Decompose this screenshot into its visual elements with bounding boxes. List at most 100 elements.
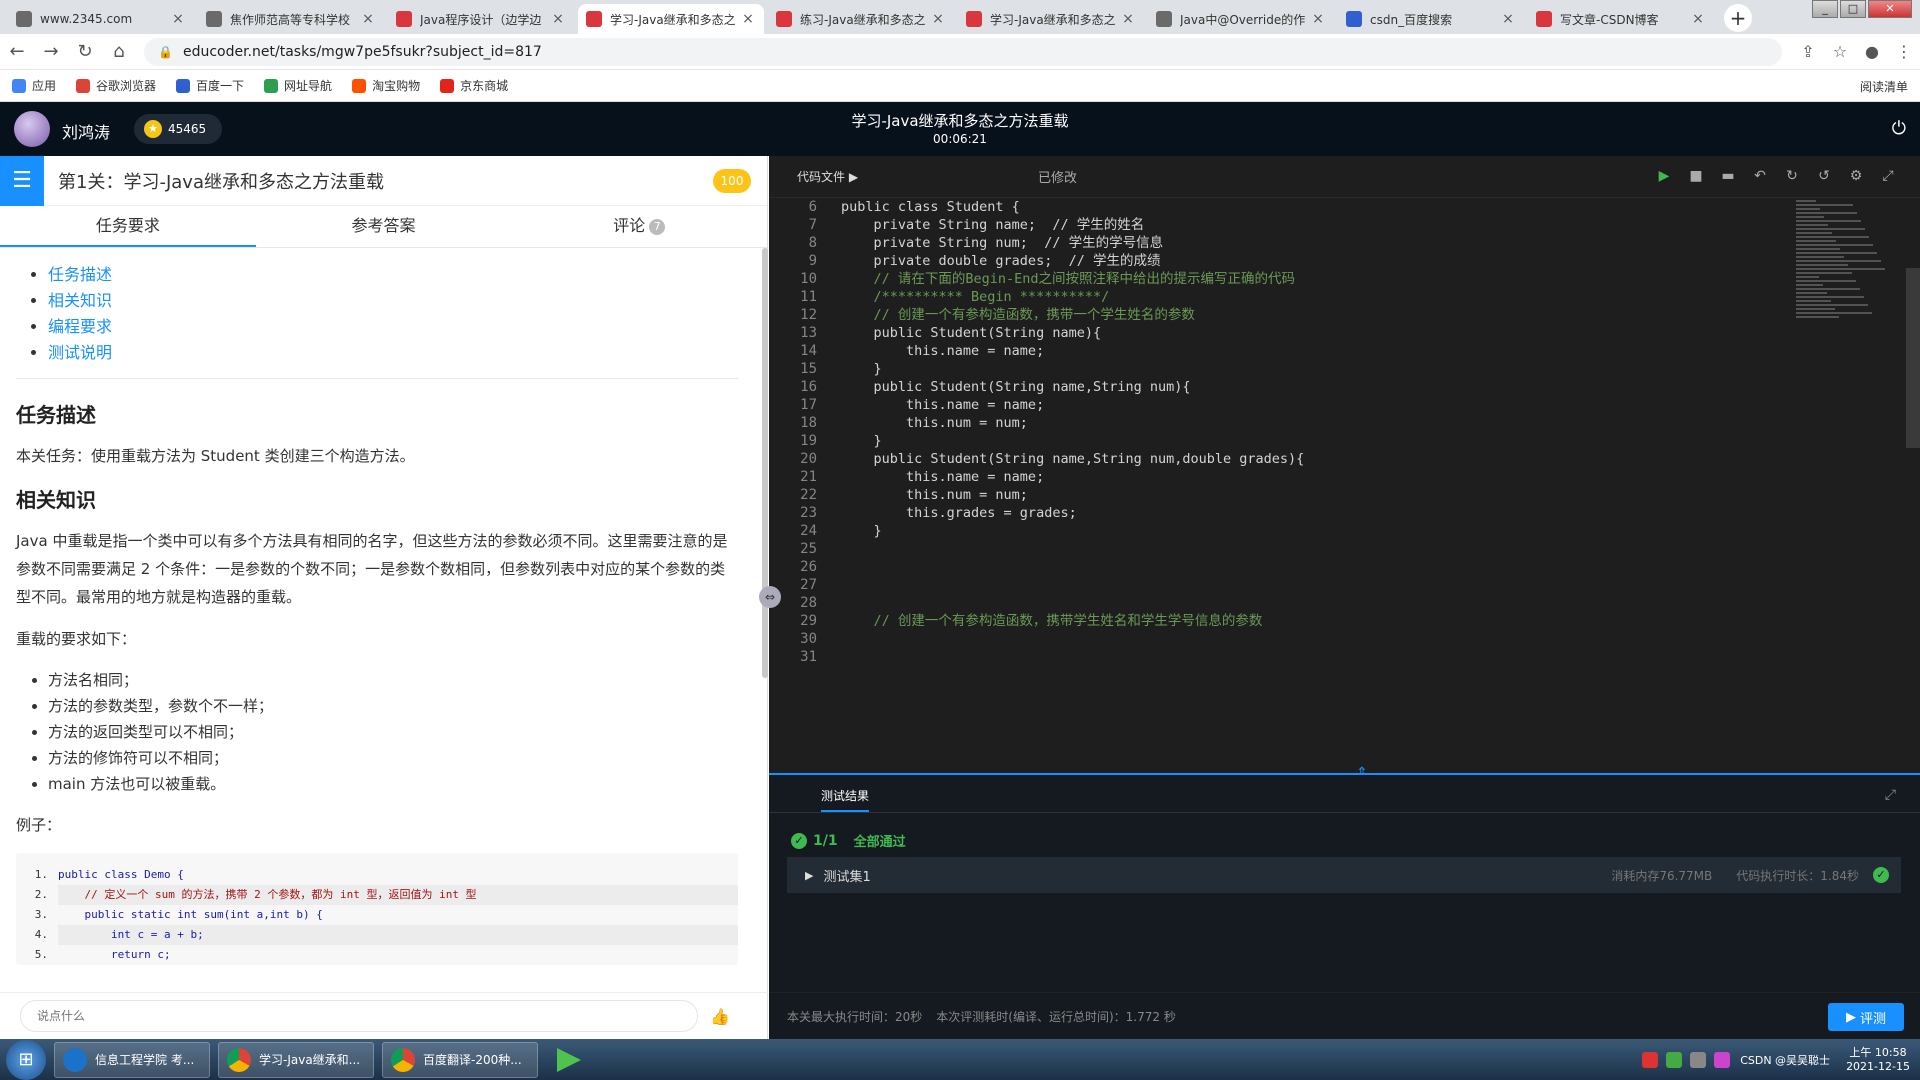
- code-line[interactable]: public class Student {: [841, 198, 1780, 216]
- close-window-button[interactable]: ✕: [1868, 0, 1912, 18]
- bookmark-item[interactable]: 网址导航: [264, 77, 332, 94]
- toc-link[interactable]: 编程要求: [48, 317, 112, 336]
- browser-tab[interactable]: csdn_百度搜索 ×: [1338, 4, 1524, 34]
- toc-link[interactable]: 相关知识: [48, 291, 112, 310]
- browser-tab[interactable]: 练习-Java继承和多态之 ×: [768, 4, 954, 34]
- scrollbar[interactable]: [762, 248, 768, 678]
- code-line[interactable]: }: [841, 432, 1780, 450]
- toc-link[interactable]: 任务描述: [48, 265, 112, 284]
- close-tab-icon[interactable]: ×: [360, 11, 376, 27]
- menu-dots-icon[interactable]: ⋮: [1888, 42, 1920, 61]
- clock[interactable]: 上午 10:58 2021-12-15: [1846, 1046, 1910, 1074]
- code-line[interactable]: // 创建一个有参构造函数，携带学生姓名和学生学号信息的参数: [841, 612, 1780, 630]
- minimap[interactable]: [1796, 200, 1896, 350]
- tab-task-requirements[interactable]: 任务要求: [0, 206, 256, 247]
- code-line[interactable]: public Student(String name,String num,do…: [841, 450, 1780, 468]
- menu-icon[interactable]: ☰: [0, 155, 44, 206]
- tray-volume-icon[interactable]: [1690, 1051, 1707, 1068]
- bookmark-item[interactable]: 淘宝购物: [352, 77, 420, 94]
- new-tab-button[interactable]: +: [1724, 4, 1752, 32]
- forward-icon[interactable]: →: [34, 41, 68, 62]
- browser-tab[interactable]: Java中@Override的作 ×: [1148, 4, 1334, 34]
- profile-icon[interactable]: ●: [1856, 42, 1888, 61]
- browser-tab[interactable]: www.2345.com ×: [8, 4, 194, 34]
- code-line[interactable]: this.name = name;: [841, 342, 1780, 360]
- test-set-row[interactable]: ▶ 测试集1 消耗内存76.77MB 代码执行时长：1.84秒 ✓: [787, 857, 1901, 893]
- browser-tab[interactable]: 学习-Java继承和多态之 ×: [958, 4, 1144, 34]
- folder-icon[interactable]: ▬: [1712, 168, 1744, 184]
- bookmark-item[interactable]: 百度一下: [176, 77, 244, 94]
- code-line[interactable]: public Student(String name){: [841, 324, 1780, 342]
- code-line[interactable]: /********** Begin **********/: [841, 288, 1780, 306]
- back-icon[interactable]: ←: [0, 41, 34, 62]
- refresh-icon[interactable]: ↻: [1776, 168, 1808, 184]
- taskbar-item-ie[interactable]: 信息工程学院 考...: [54, 1041, 210, 1078]
- url-field[interactable]: 🔒 educoder.net/tasks/mgw7pe5fsukr?subjec…: [144, 37, 1782, 66]
- bookmark-item[interactable]: 应用: [12, 77, 56, 94]
- code-line[interactable]: }: [841, 360, 1780, 378]
- code-file-menu[interactable]: 代码文件 ▶: [797, 168, 858, 185]
- code-editor[interactable]: 6 7 8 9 10 11 12 13 14 15 16 17 18 19 20 21 22 23 24 25 26 27…: [769, 198, 1920, 773]
- tab-comments[interactable]: 评论 7: [511, 206, 767, 247]
- tray-app-icon[interactable]: [1642, 1051, 1659, 1068]
- code-line[interactable]: [841, 576, 1780, 594]
- maximize-button[interactable]: □: [1840, 0, 1866, 18]
- evaluate-button[interactable]: ▶ 评测: [1828, 1003, 1904, 1031]
- code-line[interactable]: }: [841, 522, 1780, 540]
- stop-icon[interactable]: ■: [1680, 168, 1712, 184]
- run-icon[interactable]: ▶: [1648, 168, 1680, 184]
- code-line[interactable]: this.num = num;: [841, 414, 1780, 432]
- bookmark-item[interactable]: 京东商城: [440, 77, 508, 94]
- minimize-button[interactable]: _: [1812, 0, 1838, 18]
- tab-reference-answer[interactable]: 参考答案: [256, 206, 512, 247]
- close-tab-icon[interactable]: ×: [1120, 11, 1136, 27]
- code-line[interactable]: [841, 648, 1780, 666]
- power-icon[interactable]: ⏻: [1892, 118, 1906, 139]
- taskbar-item-chrome[interactable]: 学习-Java继承和...: [218, 1041, 374, 1078]
- code-line[interactable]: this.name = name;: [841, 396, 1780, 414]
- tray-misc-icon[interactable]: [1714, 1051, 1731, 1068]
- tray-network-icon[interactable]: [1666, 1051, 1683, 1068]
- start-button[interactable]: ⊞: [6, 1039, 46, 1080]
- close-tab-icon[interactable]: ×: [1500, 11, 1516, 27]
- reading-list-button[interactable]: 阅读清单: [1860, 78, 1908, 95]
- toc-link[interactable]: 测试说明: [48, 343, 112, 362]
- expand-icon[interactable]: ⤢: [1885, 787, 1896, 803]
- browser-tab[interactable]: 写文章-CSDN博客 ×: [1528, 4, 1714, 34]
- code-line[interactable]: private String num; // 学生的学号信息: [841, 234, 1780, 252]
- like-icon[interactable]: 👍: [710, 1007, 730, 1026]
- code-line[interactable]: this.num = num;: [841, 486, 1780, 504]
- close-tab-icon[interactable]: ×: [1310, 11, 1326, 27]
- code-line[interactable]: private String name; // 学生的姓名: [841, 216, 1780, 234]
- share-icon[interactable]: ⇪: [1792, 42, 1824, 61]
- browser-tab[interactable]: 焦作师范高等专科学校 ×: [198, 4, 384, 34]
- history-icon[interactable]: ↺: [1808, 168, 1840, 184]
- code-line[interactable]: [841, 594, 1780, 612]
- code-line[interactable]: private double grades; // 学生的成绩: [841, 252, 1780, 270]
- code-lines[interactable]: public class Student { private String na…: [841, 198, 1780, 666]
- code-line[interactable]: public Student(String name,String num){: [841, 378, 1780, 396]
- reload-icon[interactable]: ↻: [68, 41, 102, 62]
- fullscreen-icon[interactable]: ⤢: [1872, 168, 1904, 184]
- close-tab-icon[interactable]: ×: [170, 11, 186, 27]
- close-tab-icon[interactable]: ×: [1690, 11, 1706, 27]
- code-line[interactable]: this.grades = grades;: [841, 504, 1780, 522]
- bookmark-item[interactable]: 谷歌浏览器: [76, 77, 156, 94]
- taskbar-item-chrome-2[interactable]: 百度翻译-200种...: [382, 1041, 538, 1078]
- editor-scrollbar[interactable]: [1906, 268, 1920, 448]
- browser-tab[interactable]: Java程序设计（边学边 ×: [388, 4, 574, 34]
- close-tab-icon[interactable]: ×: [930, 11, 946, 27]
- code-line[interactable]: // 请在下面的Begin-End之间按照注释中给出的提示编写正确的代码: [841, 270, 1780, 288]
- bookmark-star-icon[interactable]: ☆: [1824, 42, 1856, 61]
- code-line[interactable]: [841, 558, 1780, 576]
- tab-test-results[interactable]: 测试结果: [821, 787, 870, 812]
- code-line[interactable]: [841, 630, 1780, 648]
- expand-triangle-icon[interactable]: ▶: [805, 869, 813, 882]
- gear-icon[interactable]: ⚙: [1840, 168, 1872, 184]
- panel-resize-handle[interactable]: ⇔: [759, 586, 781, 608]
- close-tab-icon[interactable]: ×: [550, 11, 566, 27]
- comment-input[interactable]: [20, 1000, 698, 1032]
- undo-icon[interactable]: ↶: [1744, 168, 1776, 184]
- code-line[interactable]: this.name = name;: [841, 468, 1780, 486]
- media-player-icon[interactable]: [546, 1042, 590, 1078]
